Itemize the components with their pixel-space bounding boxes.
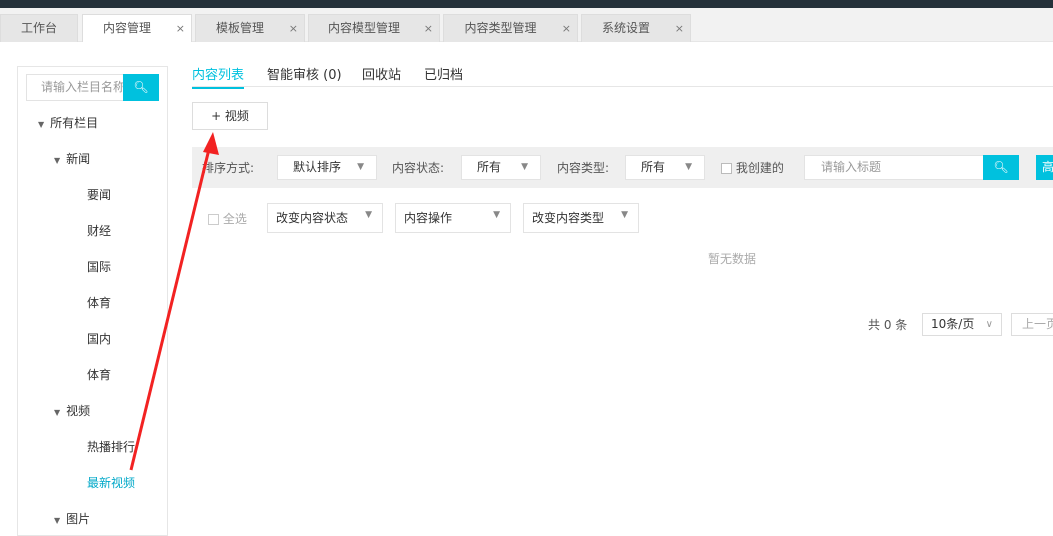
arrow-shaft <box>129 144 212 471</box>
arrow-head <box>203 132 219 155</box>
annotation-arrow <box>129 132 219 471</box>
